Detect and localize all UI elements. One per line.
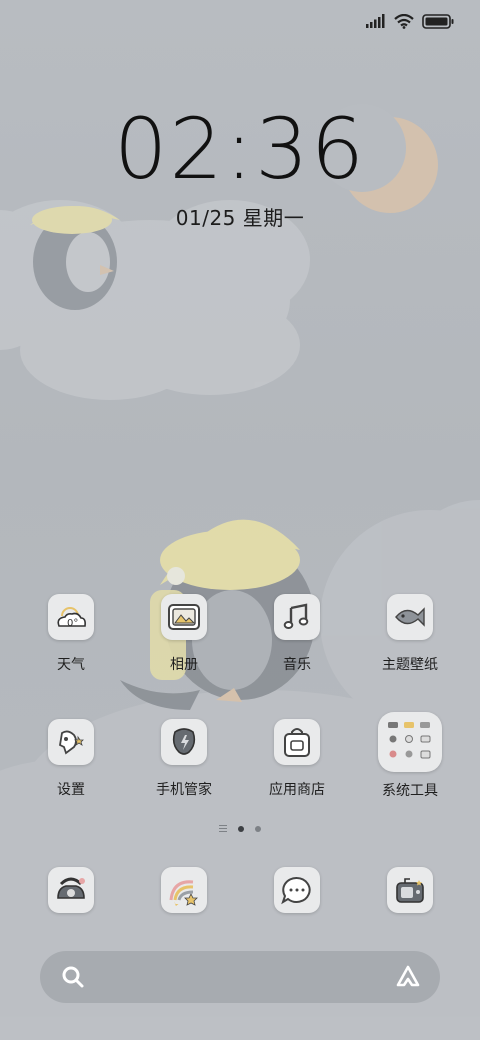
- dock-browser[interactable]: [129, 867, 239, 913]
- dock-camera[interactable]: [355, 867, 465, 913]
- messages-icon: [281, 876, 311, 905]
- folder-icon: [388, 722, 431, 759]
- app-label: 相册: [170, 657, 198, 673]
- app-label: 应用商店: [269, 782, 325, 798]
- security-icon: [172, 728, 196, 755]
- app-label: 系统工具: [382, 783, 438, 799]
- app-label: 手机管家: [156, 782, 212, 798]
- page-indicator[interactable]: [0, 825, 480, 832]
- app-gallery[interactable]: 相册: [129, 594, 239, 674]
- settings-icon: [59, 730, 84, 755]
- clock-time: 02:36: [113, 100, 367, 198]
- app-themes[interactable]: 主题壁纸: [355, 594, 465, 674]
- assistant-icon[interactable]: [394, 963, 422, 991]
- camera-icon: [396, 878, 424, 903]
- page-dot-2[interactable]: [255, 825, 261, 832]
- status-bar: [366, 10, 454, 32]
- app-label: 音乐: [283, 657, 311, 673]
- phone-icon: [57, 877, 85, 899]
- app-folder-tools[interactable]: 系统工具: [355, 712, 465, 800]
- app-music[interactable]: 音乐: [242, 594, 352, 674]
- music-icon: [283, 603, 309, 629]
- battery-icon: [422, 13, 454, 29]
- page-dot-1[interactable]: [238, 825, 244, 832]
- app-label: 主题壁纸: [382, 657, 438, 673]
- weather-icon: 0°: [57, 607, 86, 629]
- wifi-icon: [394, 13, 414, 29]
- app-security[interactable]: 手机管家: [129, 719, 239, 799]
- browser-icon: [169, 880, 198, 906]
- app-settings[interactable]: 设置: [16, 719, 126, 799]
- signal-icon: [366, 14, 385, 28]
- app-label: 设置: [57, 782, 85, 798]
- page-list-icon[interactable]: [219, 825, 227, 832]
- dock-phone[interactable]: [16, 867, 126, 913]
- svg-text:0°: 0°: [67, 618, 78, 629]
- app-store-icon: [284, 728, 310, 757]
- search-bar[interactable]: [40, 951, 440, 1003]
- search-icon[interactable]: [60, 964, 86, 990]
- app-weather[interactable]: 0° 天气: [16, 594, 126, 674]
- themes-icon: [395, 607, 425, 627]
- dock-messages[interactable]: [242, 867, 352, 913]
- app-store[interactable]: 应用商店: [242, 719, 352, 799]
- gallery-icon: [168, 604, 200, 630]
- app-label: 天气: [57, 657, 85, 673]
- clock-date: 01/25 星期一: [175, 206, 305, 230]
